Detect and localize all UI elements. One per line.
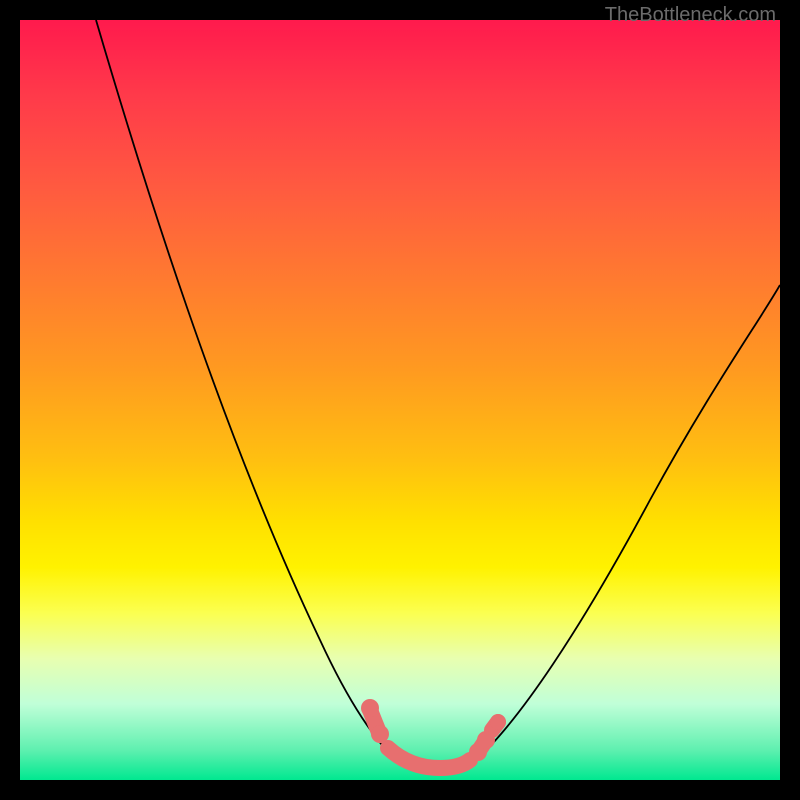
watermark-text: TheBottleneck.com <box>605 4 776 27</box>
left-curve <box>96 20 400 765</box>
chart-svg <box>20 20 780 780</box>
worm-bead-1 <box>361 699 379 717</box>
worm-bead-2 <box>371 725 389 743</box>
worm-bead-4 <box>477 731 495 749</box>
worm-bead-5 <box>490 714 506 730</box>
right-curve <box>476 285 780 760</box>
chart-frame <box>20 20 780 780</box>
